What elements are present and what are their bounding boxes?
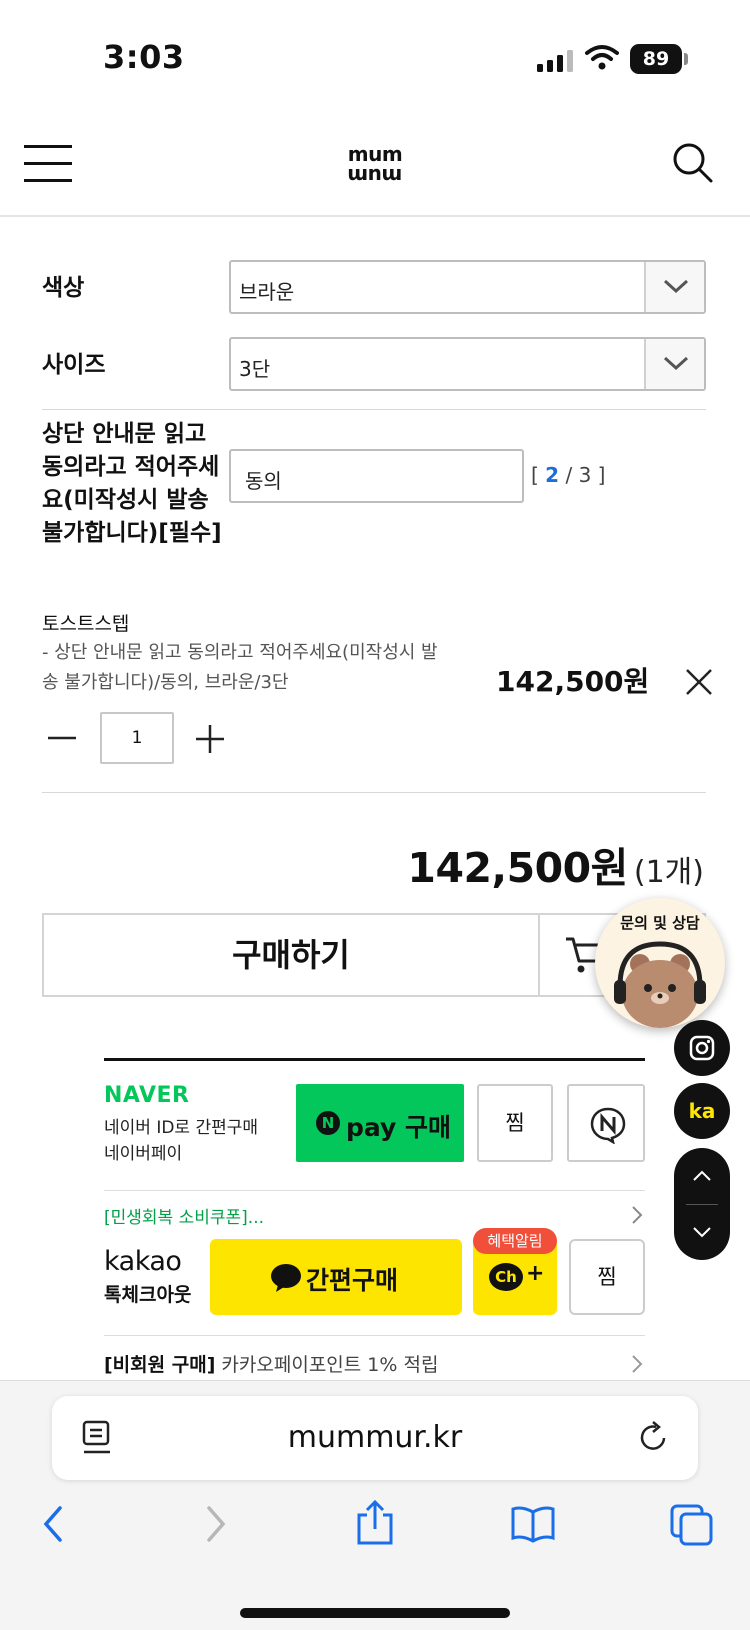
kakao-pay-button[interactable]: 간편구매 <box>210 1239 462 1315</box>
chevron-right-icon <box>632 1206 643 1224</box>
benefit-alert-badge: 혜택알림 <box>473 1228 557 1254</box>
size-select-value: 3단 <box>239 357 271 381</box>
character-counter: [ 2 / 3 ] <box>531 463 606 487</box>
chevron-down-icon[interactable] <box>644 339 704 389</box>
color-select[interactable]: 브라운 <box>229 260 706 314</box>
total-price: 142,500원 (1개) <box>407 834 704 894</box>
speech-bubble-icon <box>271 1264 301 1292</box>
naver-description: 네이버 ID로 간편구매 네이버페이 <box>104 1115 258 1167</box>
kakao-wishlist-button[interactable]: 찜 <box>569 1239 645 1315</box>
bookmarks-icon[interactable] <box>510 1504 556 1544</box>
cellular-signal-icon <box>537 50 573 72</box>
plus-icon[interactable] <box>194 723 226 755</box>
naver-logo: NAVER <box>104 1083 190 1108</box>
consult-label: 문의 및 상담 <box>620 914 700 932</box>
kakao-channel-icon: Ch <box>489 1263 523 1291</box>
kakao-logo: kakao <box>104 1246 182 1277</box>
scroll-controls <box>674 1148 730 1260</box>
instagram-icon <box>689 1035 715 1061</box>
total-count: (1개) <box>633 855 704 890</box>
site-logo[interactable]: mum mum <box>345 142 405 188</box>
status-time: 3:03 <box>103 38 185 76</box>
selected-product-options: - 상단 안내문 읽고 동의라고 적어주세요(미작성시 발송 불가합니다)/동의… <box>42 642 438 693</box>
size-select[interactable]: 3단 <box>229 337 706 391</box>
status-bar: 3:03 89 <box>0 0 750 110</box>
logo-bottom: mum <box>347 164 403 188</box>
home-indicator <box>240 1608 510 1618</box>
chevron-down-icon[interactable] <box>644 262 704 312</box>
size-option-label: 사이즈 <box>42 352 106 378</box>
nonmember-text: 카카오페이포인트 1% 적립 <box>215 1354 439 1376</box>
chevron-right-icon <box>632 1355 643 1373</box>
plus-icon: + <box>526 1261 545 1286</box>
color-option-label: 색상 <box>42 275 85 301</box>
kakao-pay-label: 간편구매 <box>306 1266 399 1295</box>
nonmember-title: [비회원 구매] <box>104 1354 216 1376</box>
color-select-value: 브라운 <box>239 280 295 304</box>
naver-pay-label: pay 구매 <box>346 1113 451 1142</box>
agreement-input[interactable]: 동의 <box>229 449 524 503</box>
wifi-icon <box>585 45 619 70</box>
quantity-input[interactable]: 1 <box>100 712 174 764</box>
close-icon[interactable] <box>685 668 713 696</box>
kakao-channel-button[interactable]: ka <box>674 1083 730 1139</box>
kakao-checkout-label: 톡체크아웃 <box>104 1284 192 1306</box>
counter-max: 3 <box>578 463 592 487</box>
instagram-button[interactable] <box>674 1020 730 1076</box>
reload-icon[interactable] <box>638 1420 670 1454</box>
agreement-label: 상단 안내문 읽고 동의라고 적어주세요(미작성시 발송 불가합니다)[필수] <box>42 421 222 546</box>
bear-mascot-icon <box>614 941 706 1028</box>
battery-tip <box>684 53 688 65</box>
naver-pay-button[interactable]: N pay 구매 <box>296 1084 464 1162</box>
nonmember-purchase-link[interactable]: [비회원 구매] 카카오페이포인트 1% 적립 <box>104 1335 645 1377</box>
total-amount: 142,500원 <box>407 844 628 892</box>
back-icon[interactable] <box>40 1504 66 1544</box>
selected-product-name: 토스트스텝 <box>42 613 130 635</box>
url-text: mummur.kr <box>287 1420 463 1455</box>
naver-n-badge: N <box>316 1111 340 1135</box>
address-bar[interactable]: mummur.kr <box>52 1396 698 1480</box>
coupon-text: [민생회복 소비쿠폰]... <box>104 1208 264 1228</box>
buy-now-button[interactable]: 구매하기 <box>44 915 540 995</box>
logo-top: mum <box>347 142 403 166</box>
divider <box>42 792 706 793</box>
menu-icon[interactable] <box>24 145 72 183</box>
selected-product-price: 142,500원 <box>496 665 650 698</box>
consult-chat-button[interactable]: 문의 및 상담 <box>595 898 725 1028</box>
browser-toolbar: mummur.kr <box>0 1380 750 1630</box>
minus-icon[interactable] <box>46 726 78 750</box>
naver-talk-icon <box>590 1107 626 1144</box>
battery-indicator: 89 <box>630 44 682 74</box>
scroll-up-icon[interactable] <box>692 1170 712 1182</box>
naver-sub-line2: 네이버페이 <box>104 1144 183 1164</box>
counter-current: 2 <box>545 463 560 487</box>
naver-pay-section: NAVER 네이버 ID로 간편구매 네이버페이 N pay 구매 찜 [민생회… <box>104 1058 645 1228</box>
naver-sub-line1: 네이버 ID로 간편구매 <box>104 1118 259 1138</box>
search-icon[interactable] <box>672 142 714 184</box>
divider <box>42 409 706 410</box>
share-icon[interactable] <box>355 1499 395 1545</box>
tabs-icon[interactable] <box>670 1504 714 1546</box>
coupon-link[interactable]: [민생회복 소비쿠폰]... <box>104 1190 645 1228</box>
site-header: mum mum <box>0 110 750 217</box>
naver-talk-button[interactable] <box>567 1084 645 1162</box>
counter-separator: / <box>565 463 573 487</box>
forward-icon[interactable] <box>203 1504 229 1544</box>
naver-wishlist-button[interactable]: 찜 <box>477 1084 553 1162</box>
scroll-down-icon[interactable] <box>692 1226 712 1238</box>
